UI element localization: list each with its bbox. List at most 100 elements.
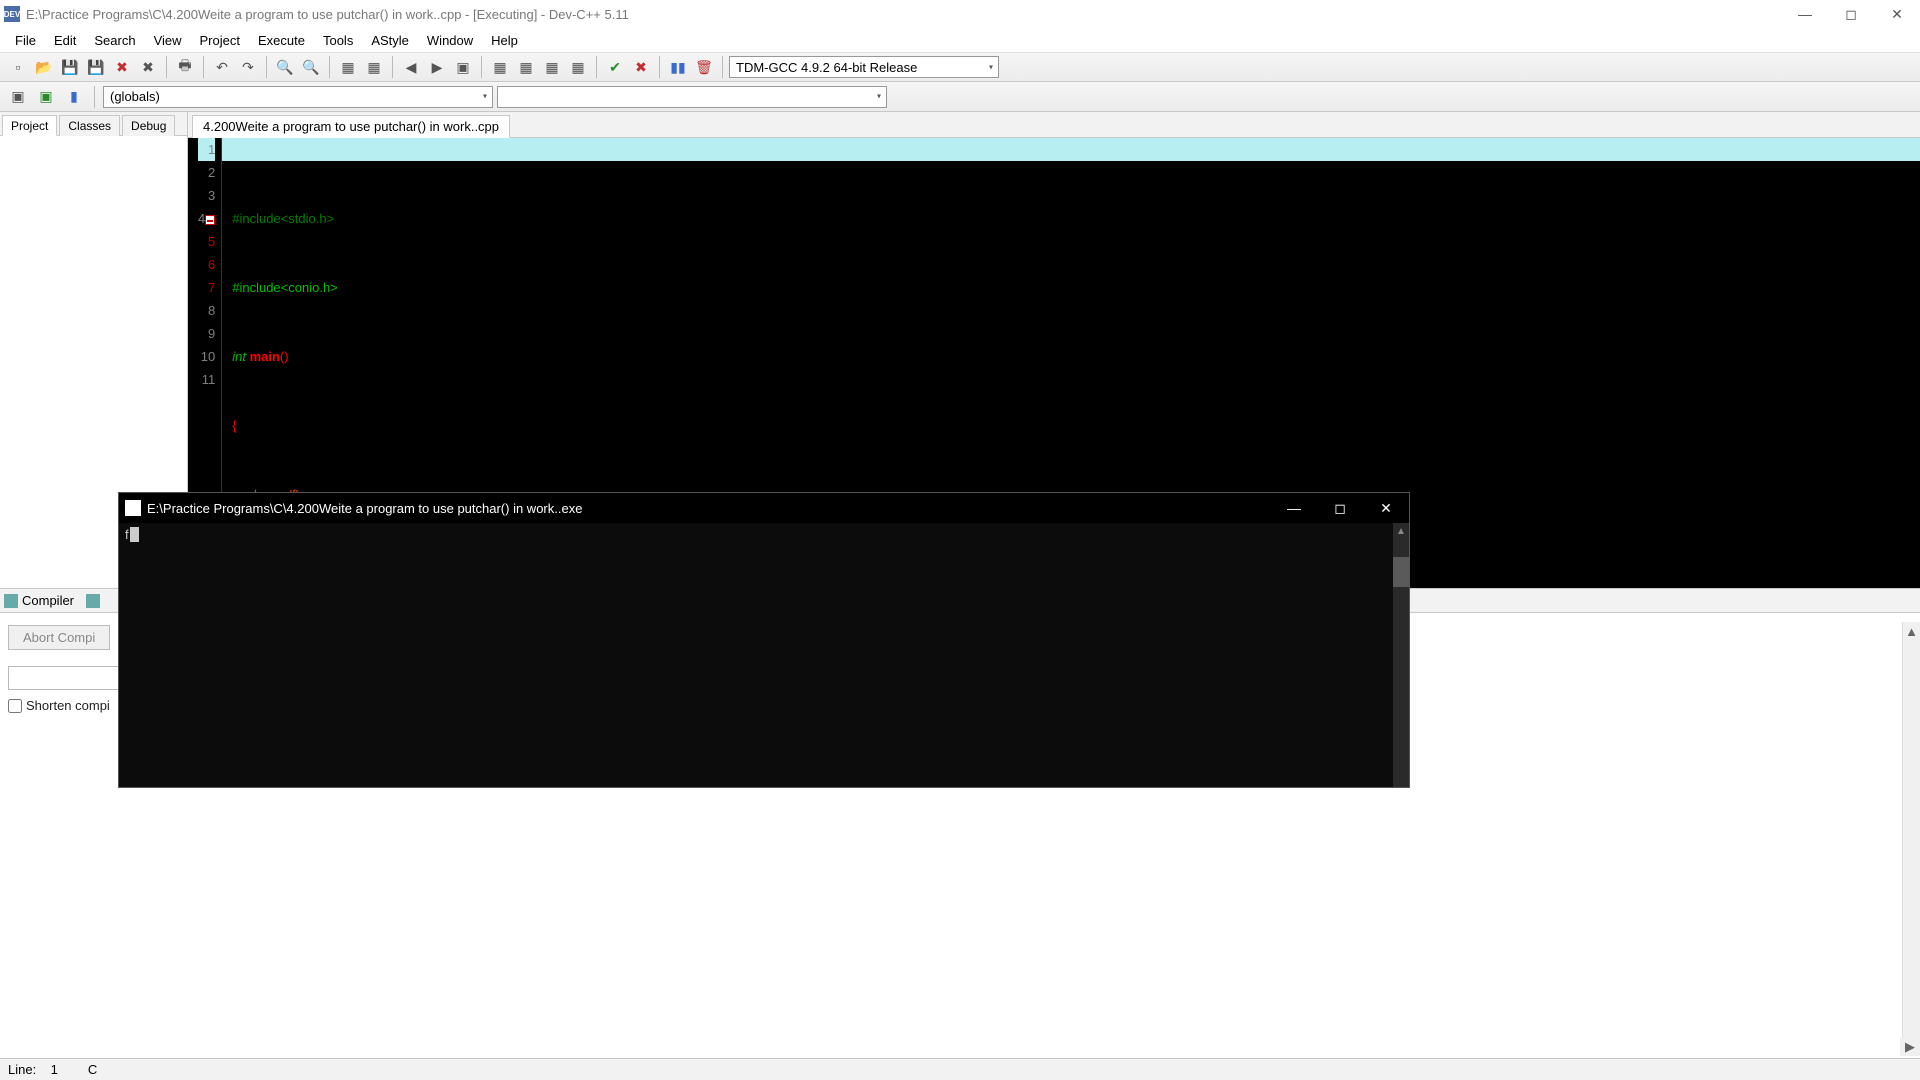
close-button[interactable]: ✕ [1874, 0, 1920, 28]
toolbar-separator [596, 56, 597, 78]
run-icon[interactable]: ▦ [362, 55, 386, 79]
line-number: 1 [198, 138, 215, 161]
current-line-highlight [222, 138, 1920, 161]
toolbar-separator [166, 56, 167, 78]
scroll-up-icon[interactable]: ▲ [1393, 523, 1409, 539]
file-tab[interactable]: 4.200Weite a program to use putchar() in… [192, 115, 510, 138]
console-close-button[interactable]: ✕ [1363, 493, 1409, 523]
menu-file[interactable]: File [6, 30, 45, 51]
grid4-icon[interactable]: ▦ [566, 55, 590, 79]
line-number: 3 [198, 184, 215, 207]
insert-icon[interactable]: ▣ [34, 85, 58, 109]
scroll-up-icon[interactable]: ▲ [1903, 622, 1920, 640]
bookmark-icon[interactable]: ▣ [451, 55, 475, 79]
main-toolbar: ▫ 📂 💾 💾 ✖ ✖ 🖶 ↶ ↷ 🔍 🔍 ▦ ▦ ◀ ▶ ▣ ▦ ▦ ▦ ▦ … [0, 52, 1920, 82]
abort-compile-button[interactable]: Abort Compi [8, 625, 110, 650]
console-minimize-button[interactable]: ― [1271, 493, 1317, 523]
undo-icon[interactable]: ↶ [210, 55, 234, 79]
toolbar-separator [266, 56, 267, 78]
new-file-icon[interactable]: ▫ [6, 55, 30, 79]
menu-tools[interactable]: Tools [314, 30, 362, 51]
menu-help[interactable]: Help [482, 30, 527, 51]
grid3-icon[interactable]: ▦ [540, 55, 564, 79]
close-file-icon[interactable]: ✖ [110, 55, 134, 79]
toolbar-separator [203, 56, 204, 78]
resources-tab-icon [86, 594, 100, 608]
save-all-icon[interactable]: 💾 [84, 55, 108, 79]
status-col: C [88, 1062, 97, 1077]
print-icon[interactable]: 🖶 [173, 55, 197, 79]
status-bar: Line: 1 C [0, 1058, 1920, 1080]
console-window: E:\Practice Programs\C\4.200Weite a prog… [118, 492, 1410, 788]
console-cursor [130, 527, 139, 542]
console-title: E:\Practice Programs\C\4.200Weite a prog… [147, 501, 1271, 516]
toolbar-separator [329, 56, 330, 78]
menu-bar: File Edit Search View Project Execute To… [0, 28, 1920, 52]
toggle-icon[interactable]: ▮ [62, 85, 86, 109]
menu-search[interactable]: Search [85, 30, 144, 51]
menu-project[interactable]: Project [191, 30, 249, 51]
shorten-path-checkbox-input[interactable] [8, 699, 22, 713]
menu-execute[interactable]: Execute [249, 30, 314, 51]
console-maximize-button[interactable]: ◻ [1317, 493, 1363, 523]
window-title: E:\Practice Programs\C\4.200Weite a prog… [26, 7, 1782, 22]
tab-debug[interactable]: Debug [122, 115, 175, 136]
scroll-thumb[interactable] [1393, 557, 1409, 587]
menu-view[interactable]: View [145, 30, 191, 51]
line-number: 10 [198, 345, 215, 368]
console-title-bar[interactable]: E:\Practice Programs\C\4.200Weite a prog… [119, 493, 1409, 523]
symbol-select[interactable] [497, 86, 887, 108]
line-number: 8 [198, 299, 215, 322]
window-title-bar: DEV E:\Practice Programs\C\4.200Weite a … [0, 0, 1920, 28]
tab-classes[interactable]: Classes [59, 115, 120, 136]
line-number: 5 [198, 230, 215, 253]
tab-project[interactable]: Project [2, 115, 57, 136]
console-output[interactable]: f ▲ [119, 523, 1409, 787]
compile-icon[interactable]: ▦ [336, 55, 360, 79]
scope-select-label: (globals) [110, 89, 160, 104]
back-icon[interactable]: ◀ [399, 55, 423, 79]
profile-icon[interactable]: ▮▮ [666, 55, 690, 79]
secondary-toolbar: ▣ ▣ ▮ (globals) [0, 82, 1920, 112]
compiler-tab-icon [4, 594, 18, 608]
replace-icon[interactable]: 🔍 [299, 55, 323, 79]
toolbar-separator [94, 86, 95, 108]
menu-astyle[interactable]: AStyle [362, 30, 418, 51]
menu-window[interactable]: Window [418, 30, 482, 51]
scroll-right-icon[interactable]: ▶ [1900, 1038, 1920, 1056]
toolbar-separator [481, 56, 482, 78]
line-number: 9 [198, 322, 215, 345]
tab-compiler[interactable]: Compiler [22, 593, 74, 608]
toolbar-separator [722, 56, 723, 78]
save-icon[interactable]: 💾 [58, 55, 82, 79]
open-file-icon[interactable]: 📂 [32, 55, 56, 79]
scope-select[interactable]: (globals) [103, 86, 493, 108]
compiler-select[interactable]: TDM-GCC 4.9.2 64-bit Release [729, 56, 999, 78]
line-number: 4 [198, 207, 215, 230]
line-number: 11 [198, 368, 215, 391]
grid2-icon[interactable]: ▦ [514, 55, 538, 79]
console-vertical-scrollbar[interactable]: ▲ [1393, 523, 1409, 787]
menu-edit[interactable]: Edit [45, 30, 85, 51]
console-app-icon [125, 500, 141, 516]
status-line: Line: 1 [8, 1062, 58, 1077]
check-icon[interactable]: ✔ [603, 55, 627, 79]
debug-delete-icon[interactable]: 🗑 [692, 55, 716, 79]
minimize-button[interactable]: ― [1782, 0, 1828, 28]
close-all-icon[interactable]: ✖ [136, 55, 160, 79]
fold-minus-icon[interactable] [205, 215, 215, 225]
forward-icon[interactable]: ▶ [425, 55, 449, 79]
console-output-text: f [125, 527, 129, 542]
line-number: 6 [198, 253, 215, 276]
find-icon[interactable]: 🔍 [273, 55, 297, 79]
maximize-button[interactable]: ◻ [1828, 0, 1874, 28]
goto-icon[interactable]: ▣ [6, 85, 30, 109]
grid1-icon[interactable]: ▦ [488, 55, 512, 79]
toolbar-separator [392, 56, 393, 78]
stop-icon[interactable]: ✖ [629, 55, 653, 79]
line-number: 2 [198, 161, 215, 184]
compiler-select-label: TDM-GCC 4.9.2 64-bit Release [736, 60, 917, 75]
line-number: 7 [198, 276, 215, 299]
output-vertical-scrollbar[interactable]: ▲ ▼ [1902, 622, 1920, 1052]
redo-icon[interactable]: ↷ [236, 55, 260, 79]
